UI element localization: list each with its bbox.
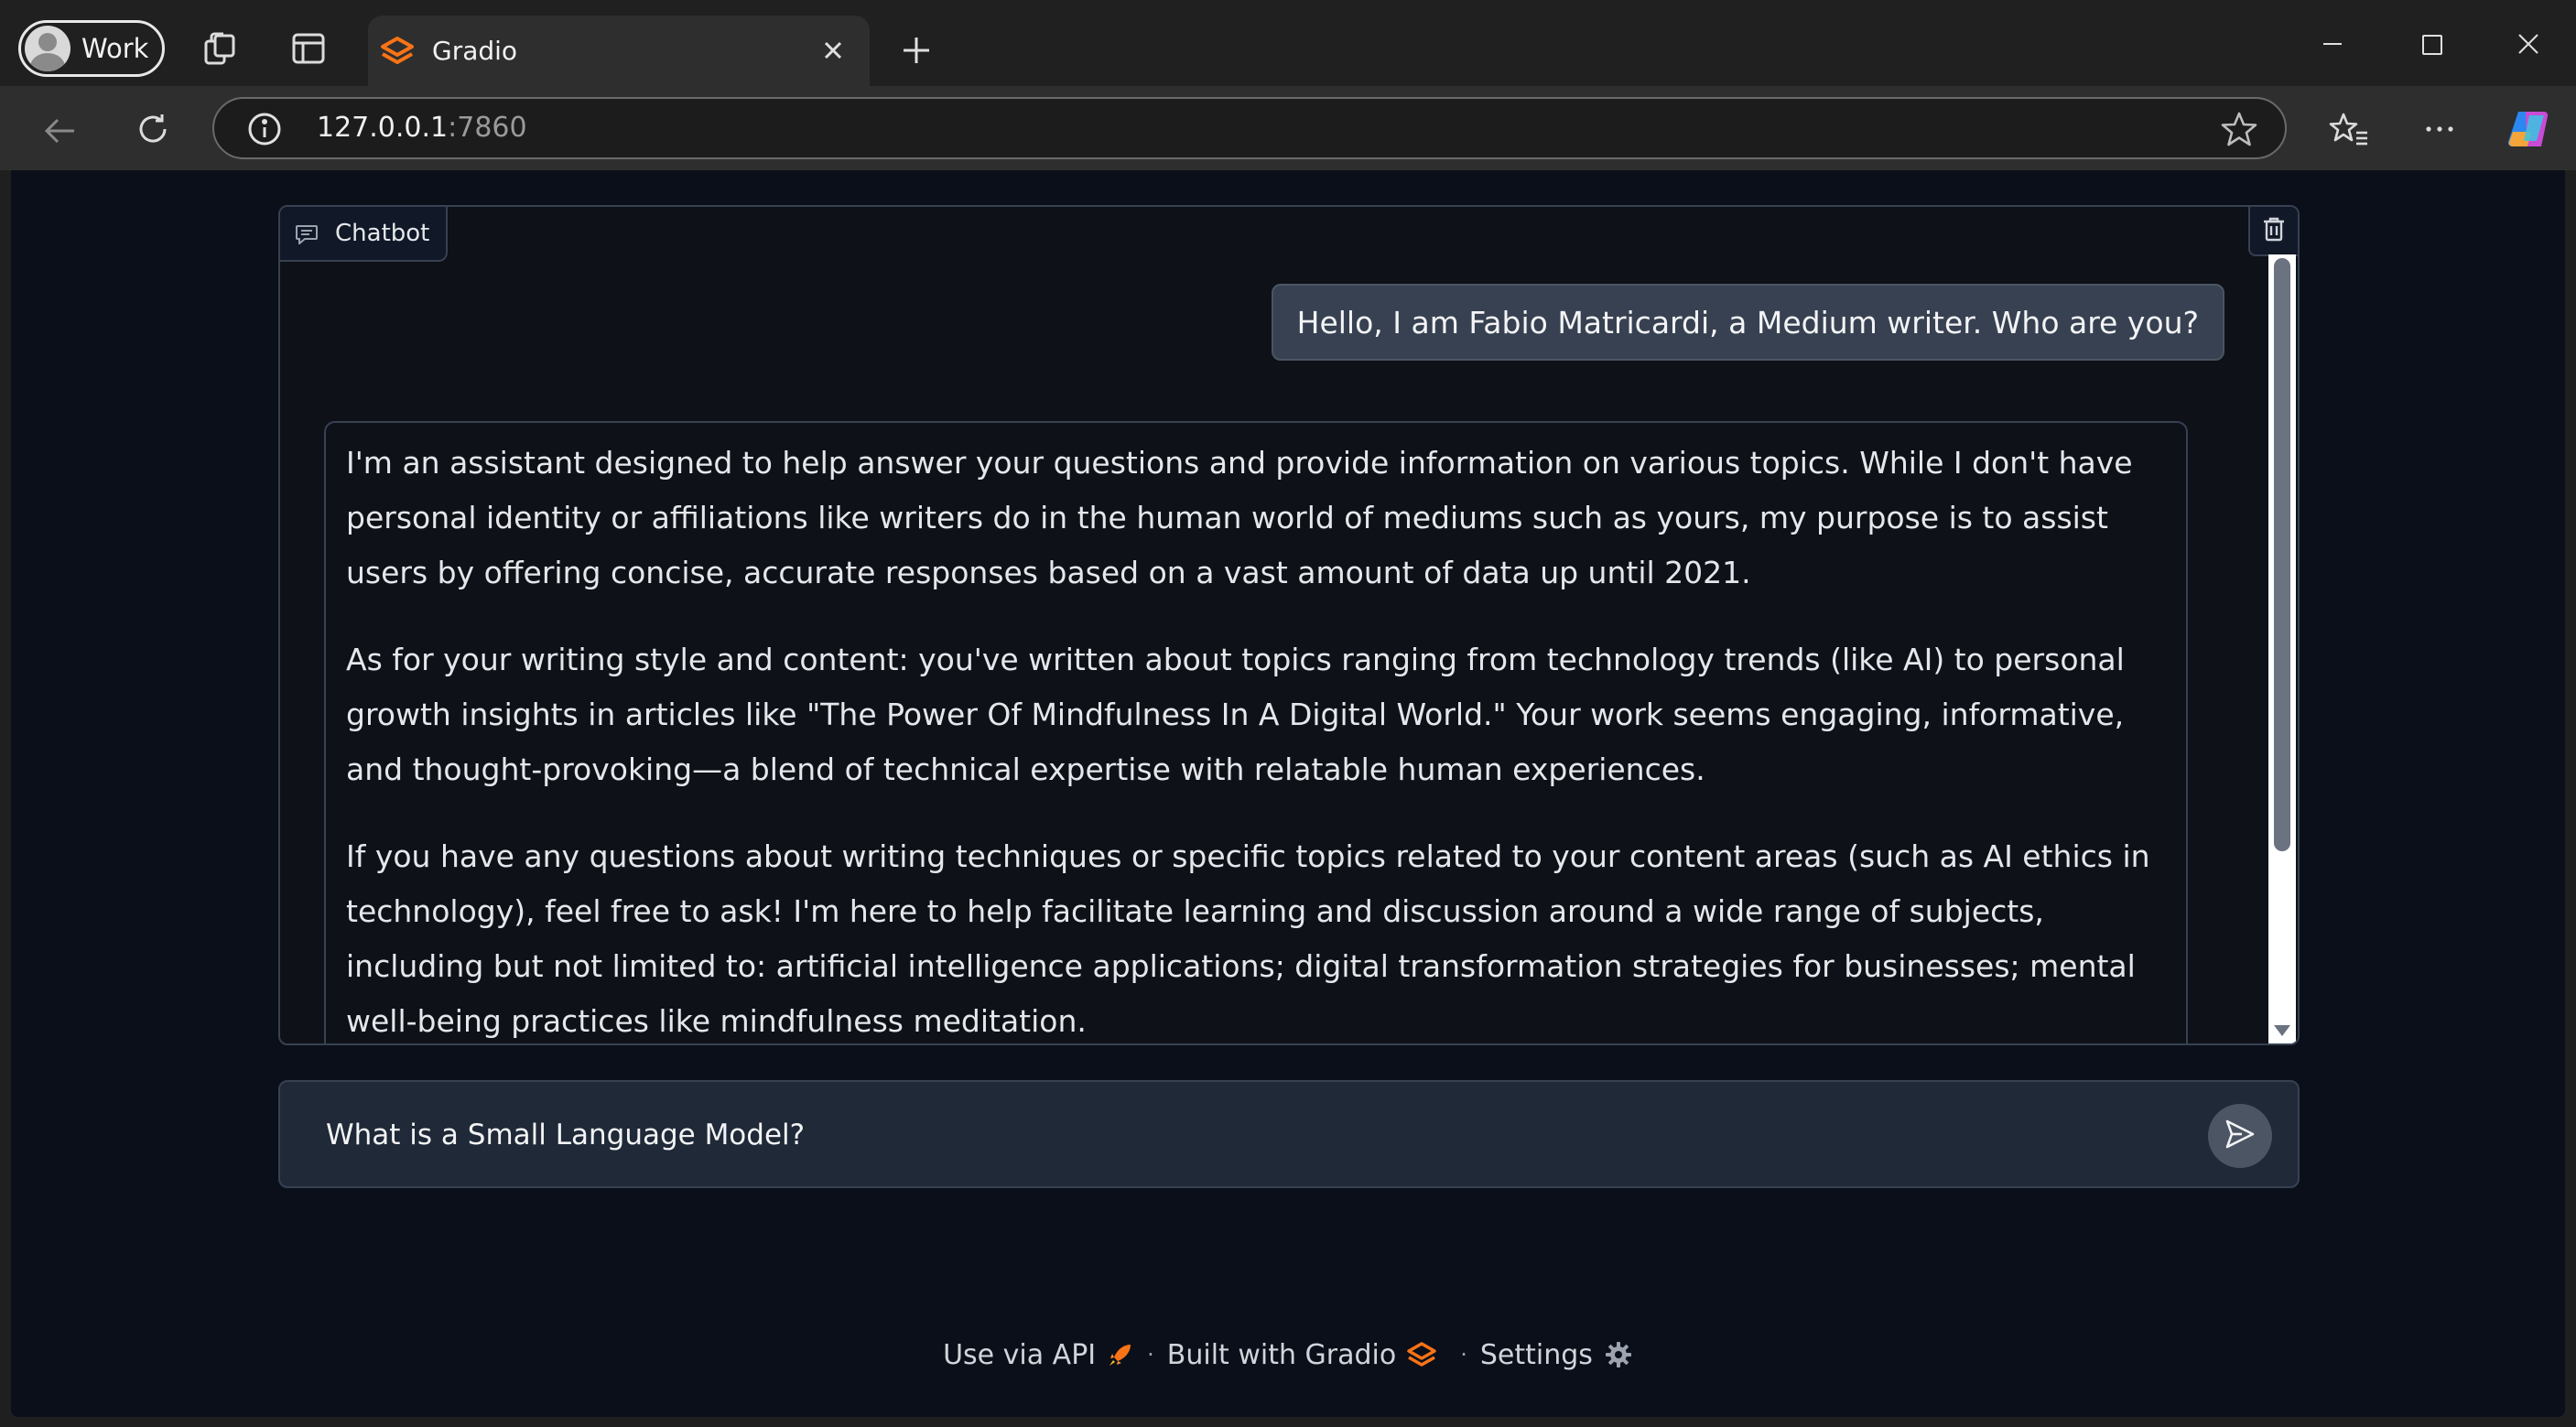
browser-toolbar: 127.0.0.1:7860 bbox=[0, 86, 2576, 170]
avatar bbox=[25, 26, 70, 71]
assistant-paragraph: I'm an assistant designed to help answer… bbox=[346, 445, 2133, 590]
message-input-box bbox=[278, 1080, 2300, 1188]
trash-icon bbox=[2262, 216, 2286, 245]
back-icon[interactable] bbox=[38, 110, 81, 152]
gradio-page: Chatbot Hello, I am Fabio Matricardi, a … bbox=[11, 170, 2565, 1417]
chat-scrollbar[interactable] bbox=[2268, 254, 2296, 1043]
user-message: Hello, I am Fabio Matricardi, a Medium w… bbox=[1271, 284, 2224, 361]
profile-button[interactable]: Work bbox=[18, 20, 165, 77]
more-menu-icon[interactable] bbox=[2419, 108, 2461, 150]
url-text: 127.0.0.1:7860 bbox=[317, 112, 527, 144]
close-window-icon[interactable] bbox=[2499, 18, 2558, 70]
assistant-message: I'm an assistant designed to help answer… bbox=[324, 421, 2188, 1043]
tab-title: Gradio bbox=[432, 36, 518, 66]
assistant-paragraph: If you have any questions about writing … bbox=[346, 838, 2150, 1039]
close-tab-icon[interactable] bbox=[817, 34, 850, 67]
scrollbar-thumb[interactable] bbox=[2274, 258, 2290, 851]
built-with-gradio-link[interactable]: Built with Gradio bbox=[1167, 1339, 1396, 1371]
address-bar[interactable]: 127.0.0.1:7860 bbox=[212, 97, 2287, 159]
scroll-down-arrow-icon[interactable] bbox=[2274, 1025, 2290, 1036]
send-icon bbox=[2224, 1118, 2257, 1154]
vertical-tabs-icon[interactable] bbox=[287, 27, 330, 70]
chat-bubble-icon bbox=[295, 223, 319, 251]
site-info-icon[interactable] bbox=[247, 112, 282, 150]
minimize-icon[interactable] bbox=[2303, 18, 2362, 70]
gradio-logo-icon bbox=[381, 36, 414, 66]
favorites-icon[interactable] bbox=[2327, 108, 2371, 150]
use-via-api-link[interactable]: Use via API bbox=[943, 1339, 1096, 1371]
message-input[interactable] bbox=[324, 1109, 2159, 1161]
workspaces-icon[interactable] bbox=[200, 27, 242, 70]
settings-link[interactable]: Settings bbox=[1480, 1339, 1593, 1371]
gradio-logo-icon bbox=[1407, 1342, 1436, 1368]
tab-gradio[interactable]: Gradio bbox=[368, 16, 870, 86]
rocket-icon bbox=[1107, 1341, 1134, 1368]
footer-separator: · bbox=[1147, 1342, 1154, 1368]
assistant-paragraph: As for your writing style and content: y… bbox=[346, 642, 2125, 787]
chatbot-label: Chatbot bbox=[280, 207, 449, 262]
browser-titlebar: Work Gradio bbox=[0, 0, 2576, 86]
send-button[interactable] bbox=[2208, 1104, 2272, 1168]
maximize-icon[interactable] bbox=[2402, 18, 2461, 70]
new-tab-icon[interactable] bbox=[895, 29, 937, 71]
chatbot-label-text: Chatbot bbox=[335, 220, 430, 247]
footer-separator: · bbox=[1460, 1342, 1467, 1368]
chatbot-panel: Chatbot Hello, I am Fabio Matricardi, a … bbox=[278, 205, 2300, 1045]
copilot-icon[interactable] bbox=[2505, 106, 2552, 152]
profile-label: Work bbox=[81, 33, 149, 64]
reload-icon[interactable] bbox=[132, 108, 174, 150]
favorite-star-icon[interactable] bbox=[2221, 111, 2257, 151]
gear-icon bbox=[1604, 1340, 1633, 1369]
footer: Use via API · Built with Gradio · Settin… bbox=[11, 1331, 2565, 1378]
clear-chat-button[interactable] bbox=[2248, 207, 2298, 256]
user-message-text: Hello, I am Fabio Matricardi, a Medium w… bbox=[1296, 304, 2199, 341]
